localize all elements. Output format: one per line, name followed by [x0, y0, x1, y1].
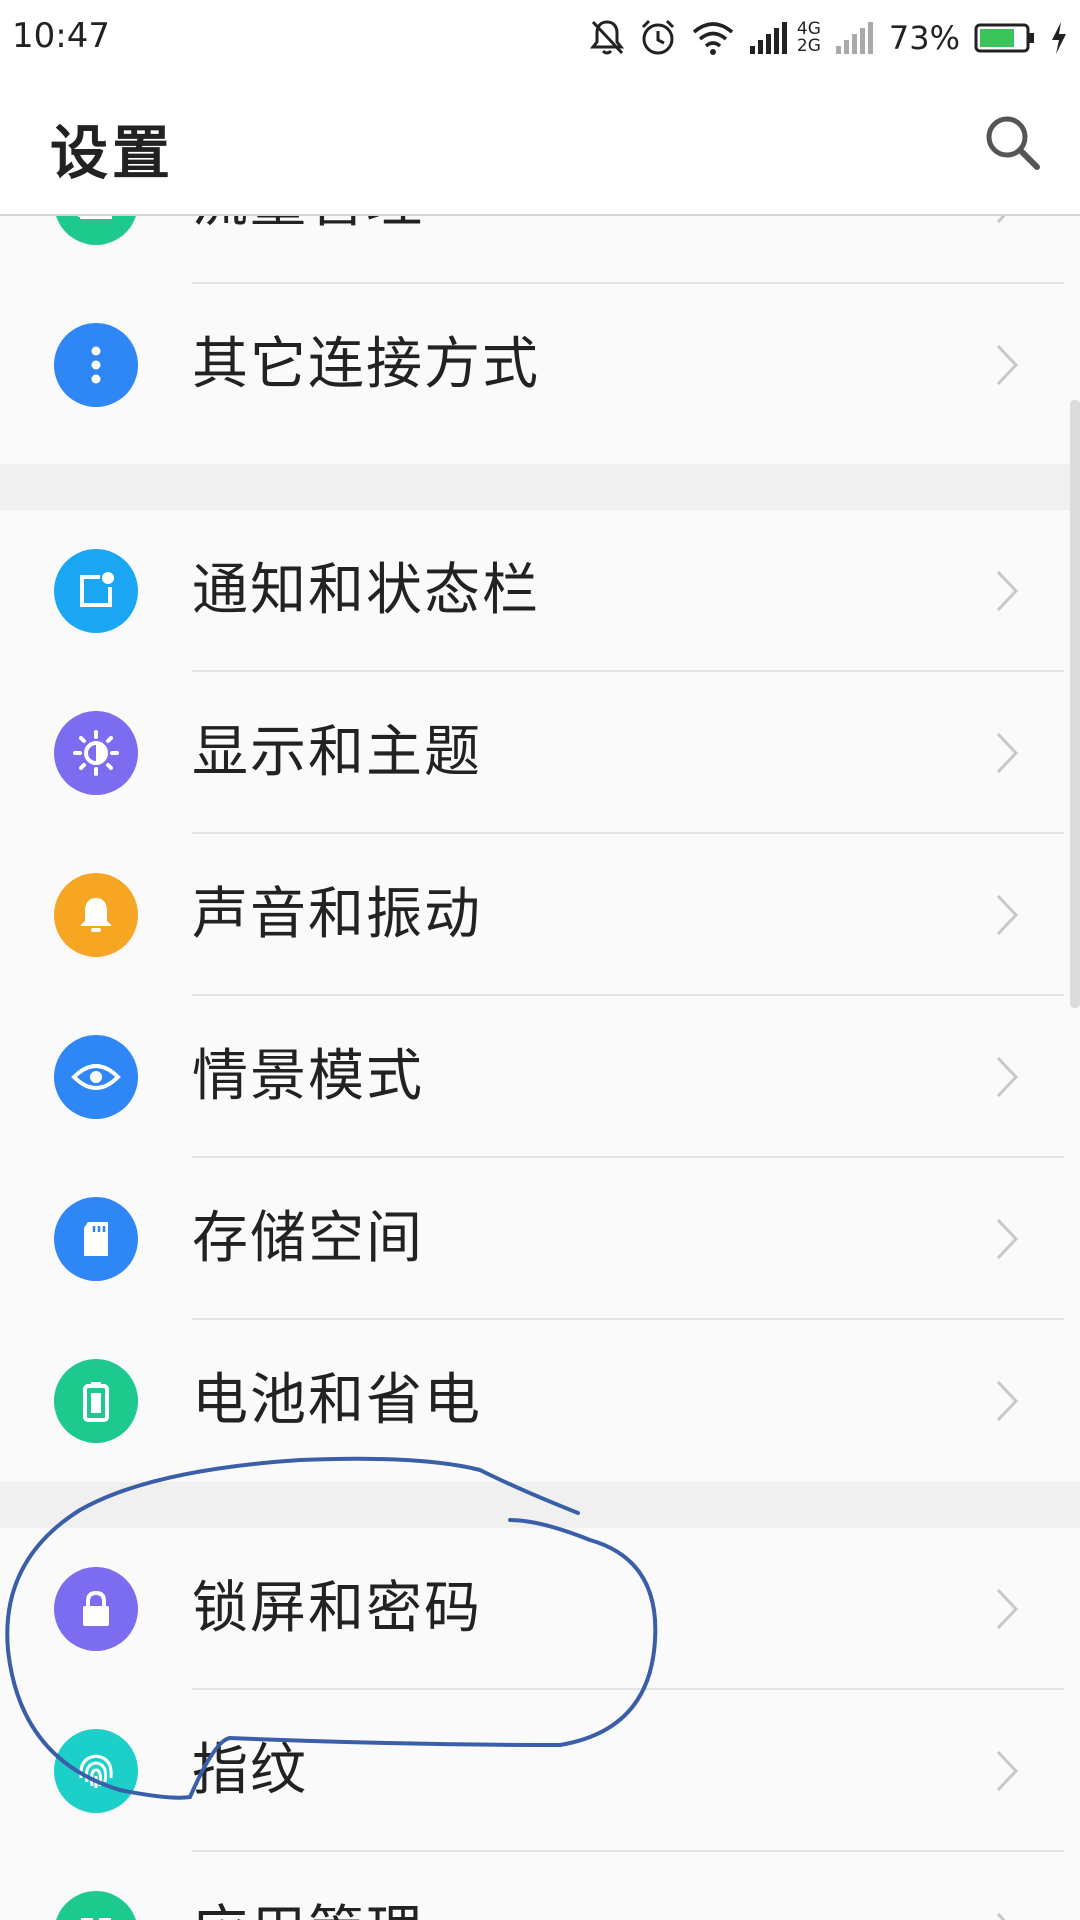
battery-icon — [974, 23, 1034, 53]
settings-item-display[interactable]: 显示和主题 — [0, 672, 1080, 834]
wifi-icon — [692, 22, 734, 55]
chart-icon — [54, 214, 138, 245]
chevron-right-icon — [996, 1588, 1019, 1630]
settings-item-label: 流量管理 — [192, 214, 424, 236]
notification-icon — [54, 549, 138, 633]
status-icons: 4G 2G 73% — [589, 10, 1068, 66]
settings-item-label: 存储空间 — [192, 1206, 424, 1271]
settings-item-scene-mode[interactable]: 情景模式 — [0, 996, 1080, 1158]
settings-item-label: 显示和主题 — [192, 720, 482, 785]
search-icon[interactable] — [982, 112, 1042, 172]
section-gap — [0, 464, 1080, 510]
battery-percent: 73% — [888, 19, 960, 57]
page-title: 设置 — [50, 119, 175, 187]
chevron-right-icon — [996, 1912, 1006, 1920]
settings-item-label: 电池和省电 — [192, 1368, 482, 1433]
eye-icon — [54, 1035, 138, 1119]
fingerprint-icon — [54, 1729, 138, 1813]
settings-item-battery[interactable]: 电池和省电 — [0, 1320, 1080, 1482]
chevron-right-icon — [996, 1218, 1019, 1260]
settings-item-label: 通知和状态栏 — [192, 558, 540, 623]
chevron-right-icon — [996, 1380, 1019, 1422]
settings-item-label: 锁屏和密码 — [192, 1576, 482, 1641]
app-header: 设置 — [0, 76, 1080, 216]
status-bar: 10:47 4G 2G 73% — [0, 0, 1080, 76]
chevron-right-icon — [996, 1056, 1019, 1098]
settings-list: 流量管理 其它连接方式 通知和状态栏 — [0, 214, 1080, 1920]
settings-item-label: 声音和振动 — [192, 882, 482, 947]
status-time: 10:47 — [12, 16, 110, 56]
settings-item-other-connections[interactable]: 其它连接方式 — [0, 284, 1080, 446]
settings-item-label: 应用管理 — [192, 1900, 424, 1920]
chevron-right-icon — [996, 570, 1019, 612]
chevron-right-icon — [996, 732, 1019, 774]
settings-item-sound[interactable]: 声音和振动 — [0, 834, 1080, 996]
lock-icon — [54, 1567, 138, 1651]
more-dots-icon — [54, 323, 138, 407]
settings-item-storage[interactable]: 存储空间 — [0, 1158, 1080, 1320]
battery-icon — [54, 1359, 138, 1443]
signal-icon — [749, 22, 787, 54]
signal-weak-icon — [835, 22, 873, 54]
network-type: 4G 2G — [796, 19, 821, 56]
brightness-icon — [54, 711, 138, 795]
settings-item-label: 情景模式 — [192, 1044, 424, 1109]
settings-item-apps[interactable]: 应用管理 — [0, 1852, 1080, 1920]
bell-icon — [54, 873, 138, 957]
chevron-right-icon — [996, 344, 1019, 386]
alarm-icon — [641, 19, 674, 55]
charging-icon — [1052, 22, 1066, 54]
settings-item-data-usage[interactable]: 流量管理 — [0, 214, 1080, 284]
settings-item-label: 指纹 — [192, 1738, 308, 1803]
settings-item-label: 其它连接方式 — [192, 332, 540, 397]
scrollbar[interactable] — [1070, 400, 1080, 1008]
bell-off-icon — [589, 20, 624, 55]
section-gap — [0, 1482, 1080, 1528]
chevron-right-icon — [996, 1750, 1019, 1792]
settings-item-notifications[interactable]: 通知和状态栏 — [0, 510, 1080, 672]
apps-icon — [54, 1891, 138, 1920]
chevron-right-icon — [996, 894, 1019, 936]
sd-card-icon — [54, 1197, 138, 1281]
settings-item-lock-screen[interactable]: 锁屏和密码 — [0, 1528, 1080, 1690]
settings-item-fingerprint[interactable]: 指纹 — [0, 1690, 1080, 1852]
